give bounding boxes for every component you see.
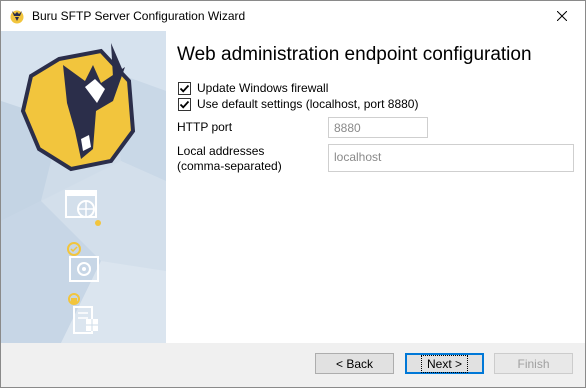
update-firewall-label: Update Windows firewall [197, 81, 329, 95]
wizard-sidebar [1, 31, 166, 343]
default-settings-checkbox-row[interactable]: Use default settings (localhost, port 88… [178, 97, 418, 111]
close-button[interactable] [539, 1, 585, 31]
back-button[interactable]: < Back [315, 353, 394, 374]
http-port-input[interactable]: 8880 [328, 117, 428, 138]
update-firewall-checkbox[interactable] [178, 81, 191, 95]
window-title: Buru SFTP Server Configuration Wizard [32, 9, 246, 23]
app-icon [9, 8, 25, 24]
local-addresses-input[interactable]: localhost [328, 144, 574, 172]
local-addresses-label-line2: (comma-separated) [177, 159, 282, 173]
update-firewall-checkbox-row[interactable]: Update Windows firewall [178, 81, 328, 95]
next-button-label: Next > [420, 354, 469, 373]
local-addresses-label-line1: Local addresses [177, 144, 265, 158]
checkmark-icon [179, 84, 190, 93]
wizard-window: Buru SFTP Server Configuration Wizard We… [0, 0, 586, 388]
sidebar-artwork [1, 31, 166, 343]
main-content: Web administration endpoint configuratio… [166, 31, 585, 343]
finish-button[interactable]: Finish [494, 353, 573, 374]
http-port-label: HTTP port [177, 120, 233, 134]
title-bar: Buru SFTP Server Configuration Wizard [1, 1, 585, 31]
default-settings-checkbox[interactable] [178, 97, 191, 111]
close-icon [557, 11, 567, 21]
local-addresses-label: Local addresses (comma-separated) [177, 144, 282, 174]
checkmark-icon [179, 100, 190, 109]
button-bar: < Back Next > Finish [1, 343, 585, 387]
page-title: Web administration endpoint configuratio… [177, 44, 532, 65]
next-button[interactable]: Next > [405, 353, 484, 374]
default-settings-label: Use default settings (localhost, port 88… [197, 97, 419, 111]
